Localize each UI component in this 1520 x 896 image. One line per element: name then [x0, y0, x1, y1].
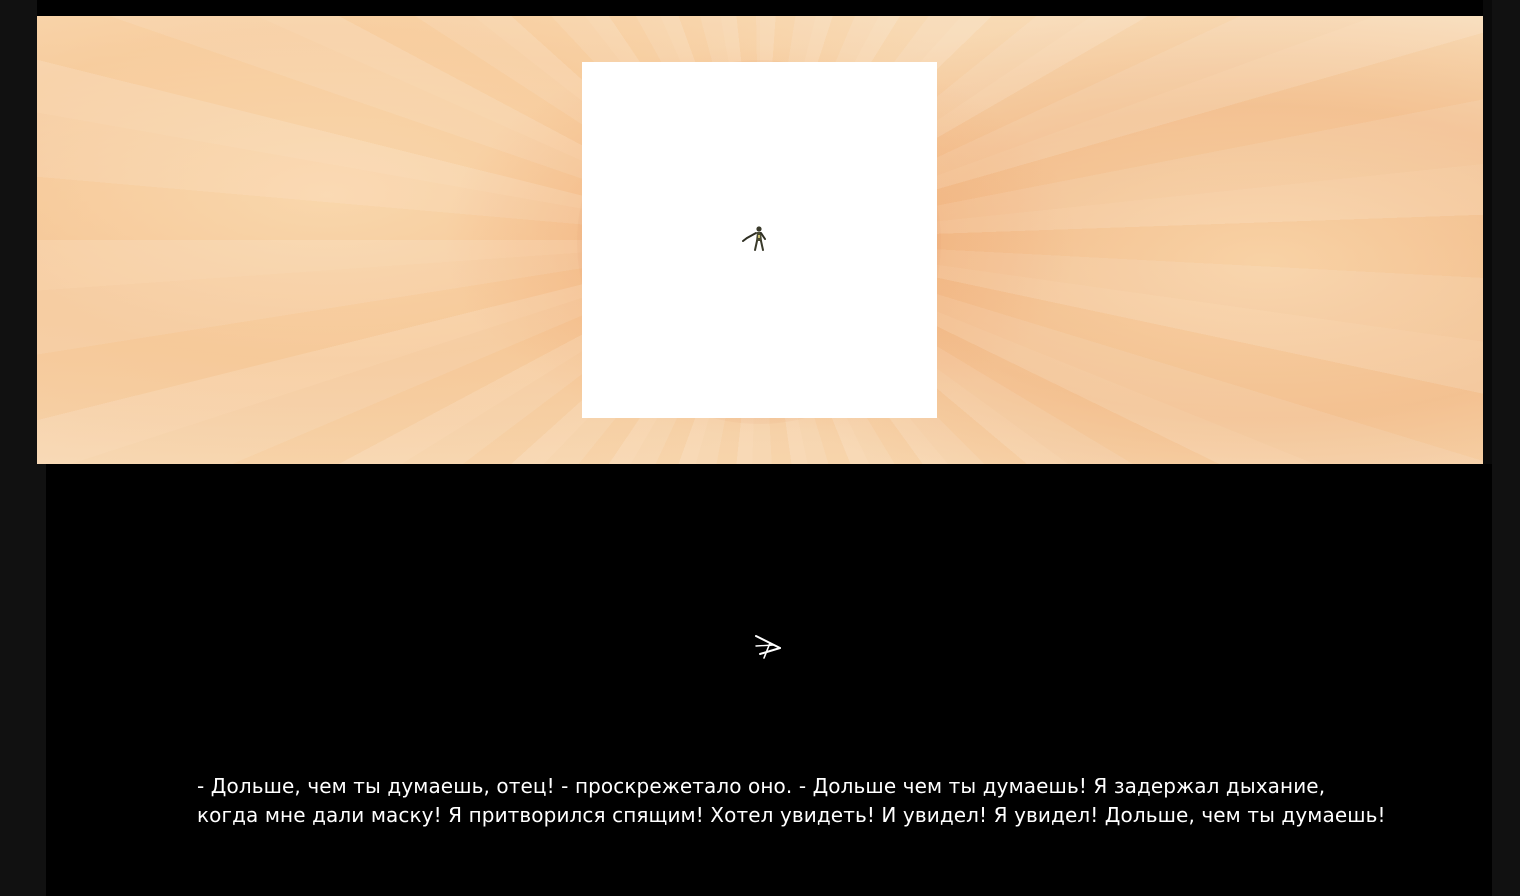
arrow-cursor-icon — [755, 635, 781, 659]
game-window: - Дольше, чем ты думаешь, отец! - проскр… — [0, 0, 1520, 896]
falling-figure-icon — [742, 226, 766, 251]
top-border — [37, 0, 1483, 16]
narration-line-2: когда мне дали маску! Я притворился спящ… — [197, 803, 1386, 827]
vortex-scene[interactable] — [37, 16, 1483, 464]
narration-text[interactable]: - Дольше, чем ты думаешь, отец! - проскр… — [197, 772, 1397, 830]
text-panel[interactable] — [46, 464, 1492, 896]
narration-line-1: - Дольше, чем ты думаешь, отец! - проскр… — [197, 774, 1326, 798]
right-border — [1492, 0, 1520, 896]
